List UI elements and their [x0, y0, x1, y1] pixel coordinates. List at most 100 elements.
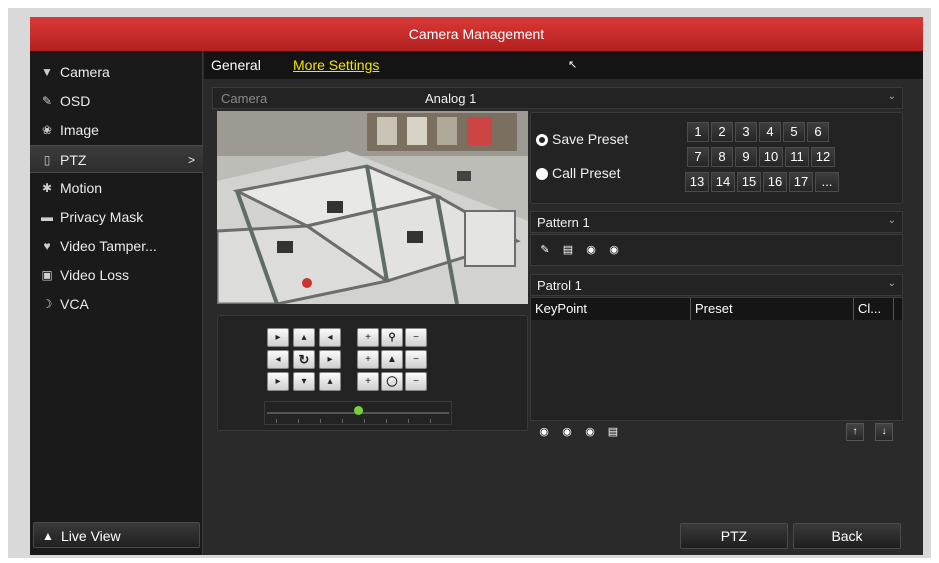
sidebar-item-label: Image: [60, 122, 99, 138]
preset-number-button[interactable]: 4: [759, 122, 781, 142]
preset-more-button[interactable]: ...: [815, 172, 839, 192]
iris-close-button[interactable]: −: [405, 372, 427, 391]
sidebar-item-ptz[interactable]: ▯ PTZ >: [30, 145, 203, 173]
video-tamper-icon: ♥: [43, 239, 51, 253]
preset-number-button[interactable]: 14: [711, 172, 735, 192]
move-up-icon[interactable]: ↑: [846, 423, 864, 441]
zoom-icon[interactable]: ⚲: [381, 328, 403, 347]
preset-number-button[interactable]: 5: [783, 122, 805, 142]
patrol-table-header: KeyPoint Preset Cl...: [531, 298, 902, 320]
preset-number-button[interactable]: 8: [711, 147, 733, 167]
add-icon[interactable]: ◉: [535, 423, 553, 441]
office-scene-image: [217, 111, 528, 304]
slider-tick: [430, 419, 431, 423]
record-start-icon[interactable]: ◉: [582, 241, 600, 259]
mouse-cursor-icon: ↖: [568, 59, 578, 71]
sidebar-item-vca[interactable]: ☽ VCA: [30, 290, 203, 318]
chevron-down-icon: ⌄: [887, 91, 896, 102]
tab-general[interactable]: General: [211, 57, 261, 73]
zoom-out-button[interactable]: −: [405, 328, 427, 347]
preset-number-button[interactable]: 16: [763, 172, 787, 192]
privacy-mask-icon: ▬: [41, 210, 53, 224]
pan-up-button[interactable]: ▴: [293, 328, 315, 347]
focus-far-button[interactable]: −: [405, 350, 427, 369]
save-preset-label: Save Preset: [552, 131, 629, 147]
chevron-down-icon: ⌄: [887, 215, 896, 226]
sidebar-item-camera[interactable]: ▼ Camera: [30, 58, 203, 86]
chevron-right-icon: >: [187, 153, 195, 167]
preset-number-button[interactable]: 11: [785, 147, 809, 167]
camera-select[interactable]: Camera Analog 1 ⌄: [212, 87, 903, 109]
trash-icon[interactable]: ▤: [604, 423, 622, 441]
save-preset-radio[interactable]: [536, 134, 548, 146]
sidebar-item-video-tamper[interactable]: ♥ Video Tamper...: [30, 232, 203, 260]
sidebar-item-privacy-mask[interactable]: ▬ Privacy Mask: [30, 203, 203, 231]
column-divider: [853, 298, 854, 320]
home-icon: ▲: [42, 529, 54, 543]
patrol-select[interactable]: Patrol 1 ⌄: [530, 274, 903, 296]
sidebar-item-video-loss[interactable]: ▣ Video Loss: [30, 261, 203, 289]
back-button[interactable]: Back: [793, 523, 901, 549]
tab-more-settings[interactable]: More Settings: [293, 57, 379, 73]
preset-number-button[interactable]: 9: [735, 147, 757, 167]
ptz-icon: ▯: [43, 153, 51, 167]
pan-right-button[interactable]: ▸: [319, 350, 341, 369]
column-header-preset: Preset: [695, 301, 733, 316]
preset-number-button[interactable]: 17: [789, 172, 813, 192]
speed-slider-knob[interactable]: [354, 406, 363, 415]
sidebar-item-image[interactable]: ❀ Image: [30, 116, 203, 144]
pattern-select[interactable]: Pattern 1 ⌄: [530, 211, 903, 233]
sidebar-item-label: Video Tamper...: [60, 238, 157, 254]
pan-down-button[interactable]: ▾: [293, 372, 315, 391]
pan-up-left-button[interactable]: ▸: [267, 328, 289, 347]
zoom-in-button[interactable]: +: [357, 328, 379, 347]
preset-number-button[interactable]: 13: [685, 172, 709, 192]
sidebar-item-label: OSD: [60, 93, 91, 109]
preset-number-button[interactable]: 2: [711, 122, 733, 142]
osd-icon: ✎: [41, 94, 53, 108]
preset-number-button[interactable]: 15: [737, 172, 761, 192]
pan-down-right-button[interactable]: ▴: [319, 372, 341, 391]
iris-icon[interactable]: ◯: [381, 372, 403, 391]
live-view-label: Live View: [61, 528, 121, 544]
focus-near-button[interactable]: +: [357, 350, 379, 369]
auto-scan-button[interactable]: ↻: [293, 350, 315, 369]
preset-number-button[interactable]: 7: [687, 147, 709, 167]
preset-number-button[interactable]: 1: [687, 122, 709, 142]
record-stop-icon[interactable]: ◉: [605, 241, 623, 259]
call-preset-radio[interactable]: [536, 168, 548, 180]
save-icon[interactable]: ▤: [559, 241, 577, 259]
live-view-button[interactable]: ▲ Live View: [33, 522, 200, 548]
column-divider: [690, 298, 691, 320]
preset-number-button[interactable]: 3: [735, 122, 757, 142]
pencil-icon[interactable]: ✎: [536, 241, 554, 259]
slider-tick: [320, 419, 321, 423]
camera-icon: ▼: [41, 65, 53, 79]
sidebar-item-motion[interactable]: ✱ Motion: [30, 174, 203, 202]
move-down-icon[interactable]: ↓: [875, 423, 893, 441]
preset-number-button[interactable]: 10: [759, 147, 783, 167]
camera-select-label: Camera: [221, 91, 268, 106]
sidebar-item-label: Video Loss: [60, 267, 130, 283]
vca-icon: ☽: [41, 297, 53, 311]
ptz-button[interactable]: PTZ: [680, 523, 788, 549]
play-icon[interactable]: ◉: [581, 423, 599, 441]
patrol-select-value: Patrol 1: [537, 278, 582, 293]
pan-left-button[interactable]: ◂: [267, 350, 289, 369]
focus-icon[interactable]: ▲: [381, 350, 403, 369]
slider-tick: [298, 419, 299, 423]
edit-icon[interactable]: ◉: [558, 423, 576, 441]
patrol-table: KeyPoint Preset Cl...: [530, 297, 903, 421]
pan-down-left-button[interactable]: ▸: [267, 372, 289, 391]
iris-open-button[interactable]: +: [357, 372, 379, 391]
sidebar-item-osd[interactable]: ✎ OSD: [30, 87, 203, 115]
pan-up-right-button[interactable]: ◂: [319, 328, 341, 347]
pattern-toolbar: ✎ ▤ ◉ ◉: [530, 234, 903, 266]
preset-number-button[interactable]: 12: [811, 147, 835, 167]
pattern-select-value: Pattern 1: [537, 215, 590, 230]
preset-number-button[interactable]: 6: [807, 122, 829, 142]
camera-preview: [217, 111, 528, 304]
column-header-cl: Cl...: [858, 301, 882, 316]
sidebar: ▼ Camera ✎ OSD ❀ Image ▯ PTZ > ✱ Motion …: [30, 51, 203, 555]
slider-tick: [342, 419, 343, 423]
